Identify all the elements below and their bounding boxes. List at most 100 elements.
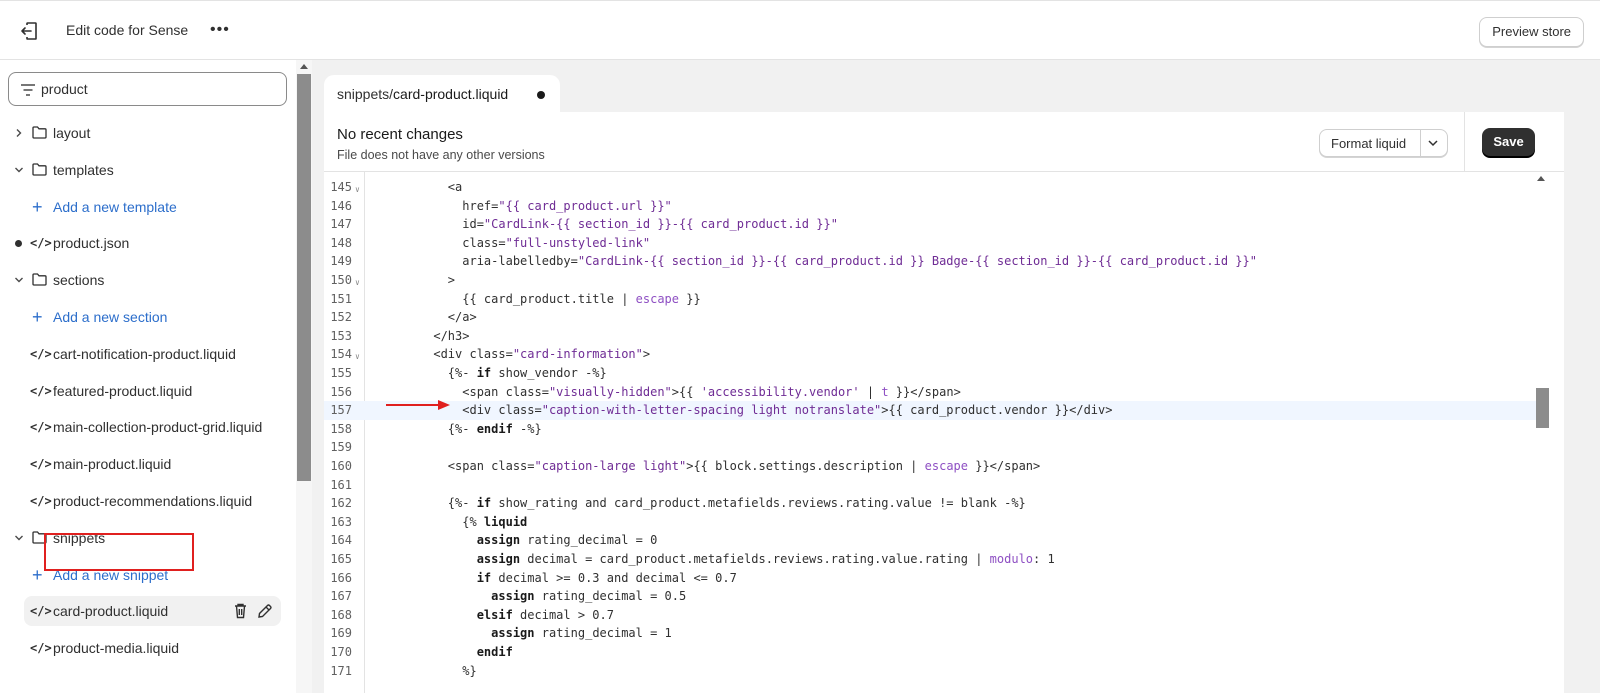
code-line[interactable]: 158 {%- endif -%}	[324, 420, 1536, 439]
code-line[interactable]: 151 {{ card_product.title | escape }}	[324, 290, 1536, 309]
chevron-down-icon[interactable]	[14, 275, 24, 285]
code-token: liquid	[483, 514, 528, 529]
line-number: 153	[330, 328, 352, 343]
code-line[interactable]: 154 ∨ <div class="card-information">	[324, 345, 1536, 364]
tree-item-label: card-product.liquid	[53, 603, 169, 620]
code-text: elsif decimal > 0.7	[390, 606, 614, 625]
file-product-media-liquid[interactable]: </> product-media.liquid	[0, 633, 290, 663]
folder-icon	[32, 163, 47, 176]
chevron-right-icon[interactable]	[14, 128, 24, 138]
code-line[interactable]: 157 <div class="caption-with-letter-spac…	[324, 401, 1536, 420]
code-line[interactable]: 166 if decimal >= 0.3 and decimal <= 0.7	[324, 569, 1536, 588]
code-line[interactable]: 145 ∨ <a	[324, 178, 1536, 197]
chevron-down-icon[interactable]	[14, 165, 24, 175]
line-number: 164	[330, 533, 352, 548]
code-line[interactable]: 168 elsif decimal > 0.7	[324, 606, 1536, 625]
code-text: {{ card_product.title | escape }}	[390, 290, 700, 309]
code-token: elsif	[476, 607, 513, 622]
scroll-up-arrow[interactable]	[300, 64, 308, 69]
file-card-product-liquid[interactable]: </> card-product.liquid	[24, 596, 281, 627]
code-line[interactable]: 163 {% liquid	[324, 513, 1536, 532]
top-bar: Edit code for Sense ••• Preview store	[0, 0, 1600, 60]
line-number: 171	[330, 663, 352, 678]
line-number: 158	[330, 421, 352, 436]
plus-icon: +	[32, 307, 43, 327]
code-file-icon: </>	[30, 604, 52, 619]
tree-item-label: product.json	[53, 235, 130, 252]
code-line[interactable]: 147 id="CardLink-{{ section_id }}-{{ car…	[324, 215, 1536, 234]
file-main-product-liquid[interactable]: </> main-product.liquid	[0, 449, 290, 479]
code-line[interactable]: 149 aria-labelledby="CardLink-{{ section…	[324, 252, 1536, 271]
code-editor[interactable]: 145 ∨ <a 146 href="{{ card_product.url }}"…	[324, 172, 1564, 693]
search-input[interactable]	[41, 79, 271, 99]
code-line[interactable]: 153 </h3>	[324, 327, 1536, 346]
line-number: 149	[330, 254, 352, 269]
code-token: 'accessibility.vendor'	[700, 384, 860, 399]
folder-layout[interactable]: layout	[0, 118, 290, 148]
folder-templates[interactable]: templates	[0, 155, 290, 185]
chevron-down-icon[interactable]	[1428, 139, 1438, 147]
unsaved-dot-icon[interactable]	[537, 91, 545, 99]
code-line[interactable]: 148 class="full-unstyled-link"	[324, 234, 1536, 253]
file-product-json[interactable]: </> product.json	[0, 228, 290, 258]
trash-icon[interactable]	[235, 604, 246, 619]
code-line[interactable]: 155 {%- if show_vendor -%}	[324, 364, 1536, 383]
status-title: No recent changes	[337, 126, 463, 143]
add-new-section-link[interactable]: + Add a new section	[0, 302, 290, 332]
code-line[interactable]: 146 href="{{ card_product.url }}"	[324, 197, 1536, 216]
code-token: %}	[390, 663, 477, 678]
code-token: {%	[390, 514, 484, 529]
tree-item-label: Add a new section	[53, 309, 168, 325]
line-number: 146	[330, 198, 352, 213]
tree-item-label: templates	[53, 161, 114, 178]
code-text: class="full-unstyled-link"	[390, 234, 650, 253]
add-new-template-link[interactable]: + Add a new template	[0, 192, 290, 222]
line-number: 152	[330, 310, 352, 325]
code-line[interactable]: 165 assign decimal = card_product.metafi…	[324, 550, 1536, 569]
file-main-collection-product-grid-liquid[interactable]: </> main-collection-product-grid.liquid	[0, 412, 290, 442]
code-line[interactable]: 169 assign rating_decimal = 1	[324, 624, 1536, 643]
code-token: "full-unstyled-link"	[505, 235, 651, 250]
code-token: aria-labelledby=	[390, 254, 578, 269]
folder-sections[interactable]: sections	[0, 265, 290, 295]
code-line[interactable]: 150 ∨ >	[324, 271, 1536, 290]
file-product-recommendations-liquid[interactable]: </> product-recommendations.liquid	[0, 486, 290, 516]
chevron-down-icon[interactable]	[14, 533, 24, 543]
editor-scroll-thumb[interactable]	[1536, 388, 1549, 428]
line-number: 147	[330, 217, 352, 232]
code-text: <div class="card-information">	[390, 345, 650, 364]
code-line[interactable]: 152 </a>	[324, 308, 1536, 327]
code-line[interactable]: 156 <span class="visually-hidden">{{ 'ac…	[324, 383, 1536, 402]
exit-icon[interactable]	[18, 19, 42, 43]
code-text: </h3>	[390, 327, 469, 346]
search-box[interactable]	[8, 72, 287, 106]
preview-store-button[interactable]: Preview store	[1479, 17, 1584, 47]
code-line[interactable]: 171 %}	[324, 662, 1536, 681]
code-line[interactable]: 167 assign rating_decimal = 0.5	[324, 587, 1536, 606]
code-text: <div class="caption-with-letter-spacing …	[390, 401, 1112, 420]
more-actions-button[interactable]: •••	[210, 21, 230, 39]
pencil-icon[interactable]	[258, 604, 272, 619]
file-cart-notification-product-liquid[interactable]: </> cart-notification-product.liquid	[0, 339, 290, 369]
code-token: "caption-with-letter-spacing light notra…	[541, 403, 882, 418]
tree-item-label: product-media.liquid	[53, 640, 180, 657]
status-subtitle: File does not have any other versions	[337, 148, 545, 162]
code-token: rating_decimal = 1	[534, 626, 672, 641]
save-button[interactable]: Save	[1482, 128, 1535, 156]
code-line[interactable]: 164 assign rating_decimal = 0	[324, 531, 1536, 550]
editor-scroll-up-arrow[interactable]	[1537, 176, 1545, 181]
code-line[interactable]: 160 <span class="caption-large light">{{…	[324, 457, 1536, 476]
sidebar-scroll-thumb[interactable]	[297, 74, 311, 481]
code-token: >	[642, 347, 651, 362]
code-token: -%}	[512, 421, 542, 436]
code-line[interactable]: 161	[324, 476, 1536, 495]
format-liquid-button[interactable]: Format liquid	[1319, 129, 1448, 157]
code-line[interactable]: 170 endif	[324, 643, 1536, 662]
code-line[interactable]: 162 {%- if show_rating and card_product.…	[324, 494, 1536, 513]
code-line[interactable]: 159	[324, 438, 1536, 457]
file-featured-product-liquid[interactable]: </> featured-product.liquid	[0, 376, 290, 406]
code-token: assign	[476, 533, 521, 548]
tab-card-product[interactable]: snippets/card-product.liquid	[324, 75, 560, 113]
code-token: : 1	[1033, 552, 1055, 566]
